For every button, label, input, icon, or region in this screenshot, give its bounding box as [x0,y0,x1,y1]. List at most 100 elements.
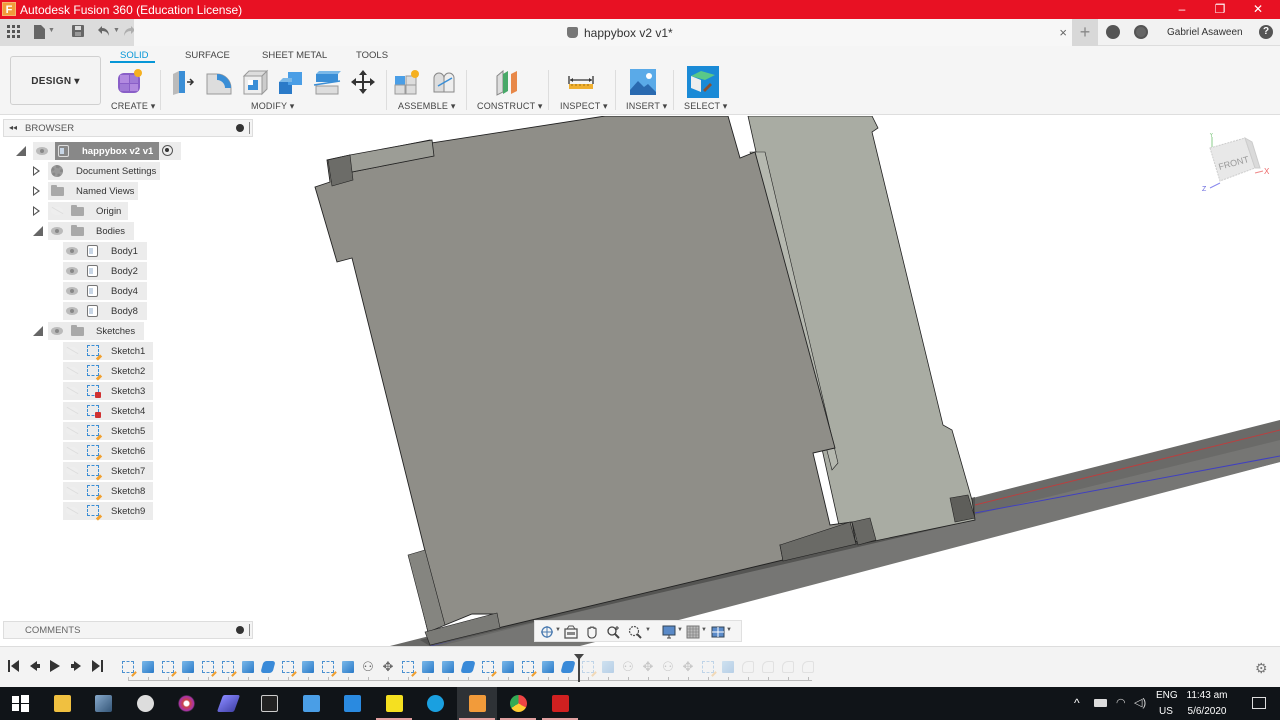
tree-item-named-views[interactable]: Named Views [0,182,260,200]
workspace-switcher-button[interactable]: DESIGN ▾ [10,56,101,105]
tab-surface[interactable]: SURFACE [185,50,230,61]
close-window-button[interactable]: ✕ [1238,1,1278,18]
look-at-icon[interactable] [564,625,578,639]
taskbar-remote-desktop[interactable] [125,687,165,720]
language-bottom[interactable]: US [1156,706,1176,717]
volume-icon[interactable]: ◁) [1134,696,1146,709]
collapse-root-icon[interactable] [16,146,26,156]
visibility-eye-icon[interactable] [66,247,78,255]
tree-item-sketch[interactable]: Sketch9 [0,502,260,520]
taskbar-skype[interactable] [415,687,455,720]
taskbar-autocad[interactable] [540,687,580,720]
timeline-feature-move[interactable]: ✥ [642,660,654,673]
timeline-settings-gear-icon[interactable]: ⚙ [1255,660,1268,677]
construct-menu[interactable]: CONSTRUCT ▾ [477,101,543,112]
timeline-feature-sketch[interactable] [702,661,714,673]
go-to-end-button[interactable] [91,660,103,675]
tab-sheet-metal[interactable]: SHEET METAL [262,50,327,61]
timeline-feature-extrude[interactable] [602,661,614,673]
taskbar-chrome[interactable] [498,687,538,720]
timeline-feature-extrude[interactable] [722,661,734,673]
split-body-icon[interactable] [313,68,341,96]
taskbar-screen-search[interactable] [291,687,331,720]
timeline-feature-joint[interactable]: ⚇ [662,660,674,673]
orbit-dropdown-caret-icon[interactable]: ▼ [555,627,561,633]
timeline-position-marker[interactable] [574,654,584,682]
timeline-feature-extrude[interactable] [502,661,514,673]
show-hidden-icons-chevron-icon[interactable]: ^ [1074,696,1080,710]
timeline-feature-joint[interactable]: ⚇ [362,660,374,673]
job-status-icon[interactable] [1106,25,1120,39]
battery-icon[interactable] [1094,699,1107,707]
timeline-feature-move[interactable]: ✥ [682,660,694,673]
taskbar-media-player[interactable] [166,687,206,720]
go-to-start-button[interactable] [8,660,20,675]
timeline-feature-joint[interactable]: ⚇ [622,660,634,673]
taskbar-terminal[interactable] [249,687,289,720]
tree-item-body[interactable]: Body1 [0,242,260,260]
visibility-eye-icon[interactable] [51,327,63,335]
timeline-feature-fillet[interactable] [742,661,754,673]
visibility-eye-icon[interactable] [36,147,48,155]
create-menu[interactable]: CREATE ▾ [111,101,155,112]
tree-item-sketch[interactable]: Sketch4 [0,402,260,420]
hidden-eye-icon[interactable] [66,407,78,415]
collapse-icon[interactable] [33,326,43,336]
3d-canvas-viewport[interactable] [256,116,1280,646]
close-tab-button[interactable]: × [1059,25,1067,40]
collapse-browser-icon[interactable]: ◂◂ [9,123,17,132]
fillet-icon[interactable] [205,68,233,96]
browser-resize-handle[interactable] [249,122,250,134]
timeline-feature-extrude[interactable] [342,661,354,673]
view-cube[interactable]: FRONT Y X Z [1200,132,1275,193]
viewports-icon[interactable] [711,625,725,639]
maximize-button[interactable]: ❐ [1200,1,1240,18]
collapse-icon[interactable] [33,226,43,236]
tab-tools[interactable]: TOOLS [356,50,388,61]
select-menu[interactable]: SELECT ▾ [684,101,727,112]
hidden-eye-icon[interactable] [66,367,78,375]
step-back-button[interactable] [29,660,41,675]
taskbar-windows-start[interactable] [0,687,40,720]
tree-item-sketch[interactable]: Sketch2 [0,362,260,380]
timeline-feature-sketch[interactable] [122,661,134,673]
press-pull-icon[interactable] [169,68,197,96]
timeline-feature-fillet[interactable] [782,661,794,673]
tree-item-body[interactable]: Body2 [0,262,260,280]
move-copy-icon[interactable] [349,68,377,96]
timeline-feature-sketch[interactable] [482,661,494,673]
timeline-feature-extrude[interactable] [142,661,154,673]
hidden-eye-icon[interactable] [66,487,78,495]
orbit-icon[interactable] [540,625,554,639]
timeline-feature-sketch[interactable] [582,661,594,673]
timeline-feature-move[interactable]: ✥ [382,660,394,673]
document-tab[interactable]: happybox v2 v1* × [134,19,1072,46]
expand-icon[interactable] [33,166,40,176]
hidden-eye-icon[interactable] [66,447,78,455]
timeline-feature-fillet[interactable] [802,661,814,673]
visibility-eye-icon[interactable] [66,287,78,295]
create-new-component-icon[interactable] [116,68,144,96]
language-top[interactable]: ENG [1156,690,1178,701]
activate-component-radio-icon[interactable] [162,145,173,156]
timeline-feature-sketch[interactable] [522,661,534,673]
visibility-eye-icon[interactable] [66,267,78,275]
timeline-feature-extrude[interactable] [542,661,554,673]
timeline-feature-sketch[interactable] [162,661,174,673]
file-menu-icon[interactable] [34,25,45,42]
timeline-feature-extrude[interactable] [242,661,254,673]
wifi-icon[interactable]: ◠ [1116,696,1126,709]
hidden-eye-icon[interactable] [66,347,78,355]
taskbar-sticky-notes[interactable] [374,687,414,720]
notification-clock-icon[interactable] [1134,25,1148,39]
shell-icon[interactable] [241,68,269,96]
file-menu-caret-icon[interactable]: ▼ [48,27,55,34]
insert-image-icon[interactable] [629,68,657,96]
timeline-feature-sketch[interactable] [402,661,414,673]
pan-hand-icon[interactable] [585,625,599,639]
zoom-icon[interactable] [606,625,620,639]
expand-icon[interactable] [33,186,40,196]
data-panel-grid-icon[interactable] [7,25,20,41]
tree-item-bodies[interactable]: Bodies [0,222,260,240]
joint-icon[interactable] [430,68,458,96]
